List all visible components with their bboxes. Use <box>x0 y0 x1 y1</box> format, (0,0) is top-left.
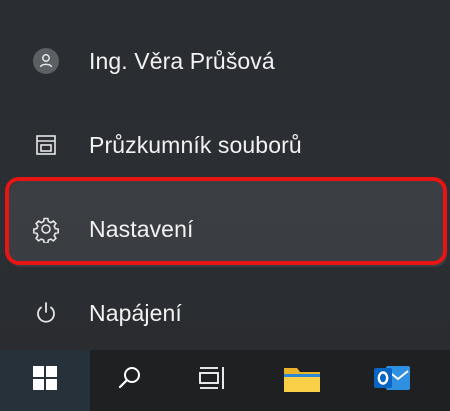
file-explorer-label: Průzkumník souborů <box>89 131 302 158</box>
windows-start-icon <box>32 365 58 396</box>
taskbar <box>0 350 450 411</box>
power-icon <box>31 298 61 328</box>
gear-icon <box>31 214 61 244</box>
power-label: Napájení <box>89 299 182 326</box>
settings-item[interactable]: Nastavení <box>0 198 450 260</box>
user-avatar-icon <box>31 46 61 76</box>
taskbar-file-explorer-button[interactable] <box>262 350 342 411</box>
taskbar-outlook-button[interactable] <box>352 350 432 411</box>
settings-label: Nastavení <box>89 215 194 242</box>
user-account-item[interactable]: Ing. Věra Průšová <box>0 30 450 92</box>
task-view-icon <box>197 364 227 397</box>
search-icon <box>116 364 144 397</box>
outlook-icon <box>372 361 412 400</box>
task-view-button[interactable] <box>172 350 252 411</box>
file-explorer-icon <box>31 130 61 160</box>
folder-icon <box>282 362 322 399</box>
search-button[interactable] <box>90 350 170 411</box>
start-button[interactable] <box>0 350 90 411</box>
user-name: Ing. Věra Průšová <box>89 47 275 74</box>
file-explorer-item[interactable]: Průzkumník souborů <box>0 114 450 176</box>
power-item[interactable]: Napájení <box>0 282 450 344</box>
start-menu: Ing. Věra Průšová Průzkumník souborů Nas… <box>0 0 450 350</box>
